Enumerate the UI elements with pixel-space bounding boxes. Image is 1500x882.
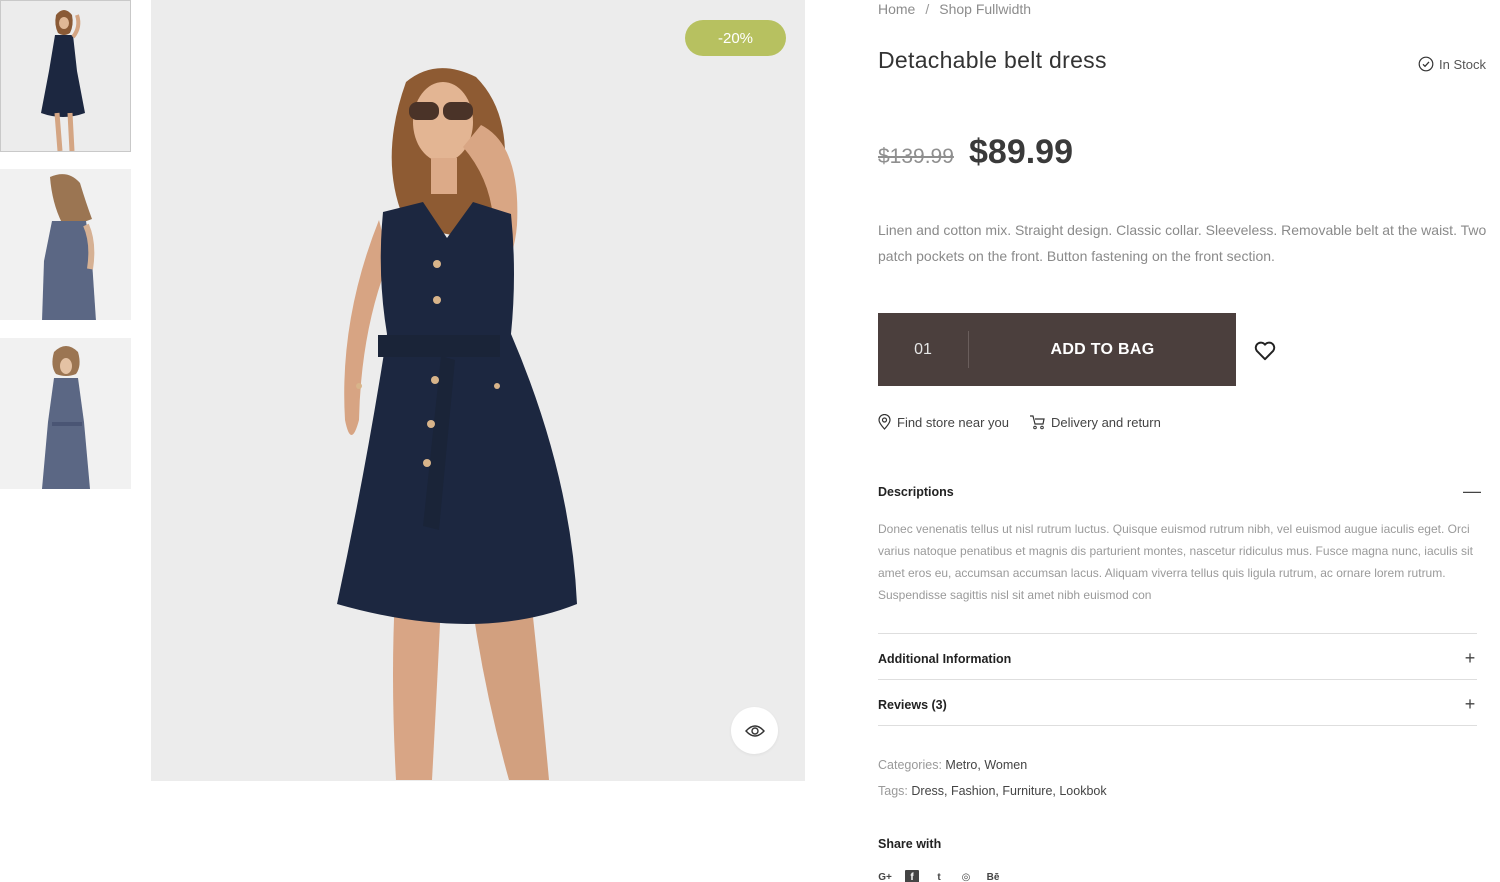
accordion-additional-information-header[interactable]: Additional Information + <box>878 648 1477 669</box>
helper-links: Find store near you Delivery and return <box>878 414 1161 430</box>
breadcrumb-current[interactable]: Shop Fullwidth <box>939 1 1031 17</box>
heart-icon <box>1254 341 1276 361</box>
expand-icon[interactable]: + <box>1463 648 1477 669</box>
thumbnail-front-belted[interactable] <box>0 338 131 489</box>
wishlist-button[interactable] <box>1252 337 1278 363</box>
current-price: $89.99 <box>969 133 1073 171</box>
twitter-icon[interactable]: t <box>932 870 946 882</box>
divider <box>878 633 1477 634</box>
delivery-cart-icon <box>1030 415 1045 430</box>
thumbnail-back[interactable] <box>0 169 131 320</box>
breadcrumb: Home / Shop Fullwidth <box>878 1 1031 17</box>
find-store-label: Find store near you <box>897 414 1010 430</box>
quantity-input[interactable]: 01 <box>878 313 968 386</box>
discount-badge: -20% <box>685 20 786 56</box>
add-to-cart-bar: 01 ADD TO BAG <box>878 313 1236 386</box>
facebook-icon[interactable]: f <box>905 870 919 882</box>
product-categories: Categories: Metro, Women <box>878 758 1027 772</box>
accordion-descriptions-title: Descriptions <box>878 484 954 499</box>
accordion-descriptions-header[interactable]: Descriptions — <box>878 481 1481 502</box>
accordion-reviews: Reviews (3) + <box>878 694 1477 715</box>
tags-value[interactable]: Dress, Fashion, Furniture, Lookbok <box>911 784 1106 798</box>
short-description: Linen and cotton mix. Straight design. C… <box>878 222 1487 264</box>
accordion-additional-information-title: Additional Information <box>878 651 1012 666</box>
tags-label: Tags: <box>878 784 908 798</box>
google-plus-icon[interactable]: G+ <box>878 870 892 882</box>
expand-icon[interactable]: + <box>1463 694 1477 715</box>
collapse-icon[interactable]: — <box>1463 481 1481 502</box>
eye-icon <box>744 724 765 737</box>
find-store-link[interactable]: Find store near you <box>878 414 1009 430</box>
delivery-return-link[interactable]: Delivery and return <box>1029 414 1161 430</box>
share-title: Share with <box>878 837 942 851</box>
check-circle-icon <box>1418 56 1434 72</box>
product-main-image[interactable]: -20% <box>151 0 805 781</box>
instagram-icon[interactable]: ◎ <box>959 870 973 882</box>
product-photo <box>151 0 805 781</box>
categories-label: Categories: <box>878 758 942 772</box>
stock-label: In Stock <box>1439 56 1486 72</box>
zoom-button[interactable] <box>731 707 778 754</box>
divider <box>878 725 1477 726</box>
accordion-reviews-title: Reviews (3) <box>878 697 947 712</box>
accordion-additional-information: Additional Information + <box>878 648 1477 669</box>
delivery-return-label: Delivery and return <box>1051 414 1161 430</box>
behance-icon[interactable]: Bē <box>986 870 1000 882</box>
share-icons: G+ f t ◎ Bē <box>878 870 1013 882</box>
product-tags: Tags: Dress, Fashion, Furniture, Lookbok <box>878 784 1107 798</box>
accordion-reviews-header[interactable]: Reviews (3) + <box>878 694 1477 715</box>
accordion-descriptions: Descriptions — Donec venenatis tellus ut… <box>878 481 1481 606</box>
add-to-bag-button[interactable]: ADD TO BAG <box>969 313 1236 386</box>
thumbnail-front[interactable] <box>0 0 131 152</box>
old-price: $139.99 <box>878 145 954 168</box>
product-title: Detachable belt dress <box>878 47 1107 73</box>
divider <box>878 679 1477 680</box>
breadcrumb-separator: / <box>925 1 930 17</box>
stock-status: In Stock <box>1418 56 1486 72</box>
map-pin-icon <box>878 414 891 430</box>
accordion-descriptions-body: Donec venenatis tellus ut nisl rutrum lu… <box>878 522 1473 602</box>
categories-value[interactable]: Metro, Women <box>945 758 1027 772</box>
breadcrumb-home[interactable]: Home <box>878 1 915 17</box>
